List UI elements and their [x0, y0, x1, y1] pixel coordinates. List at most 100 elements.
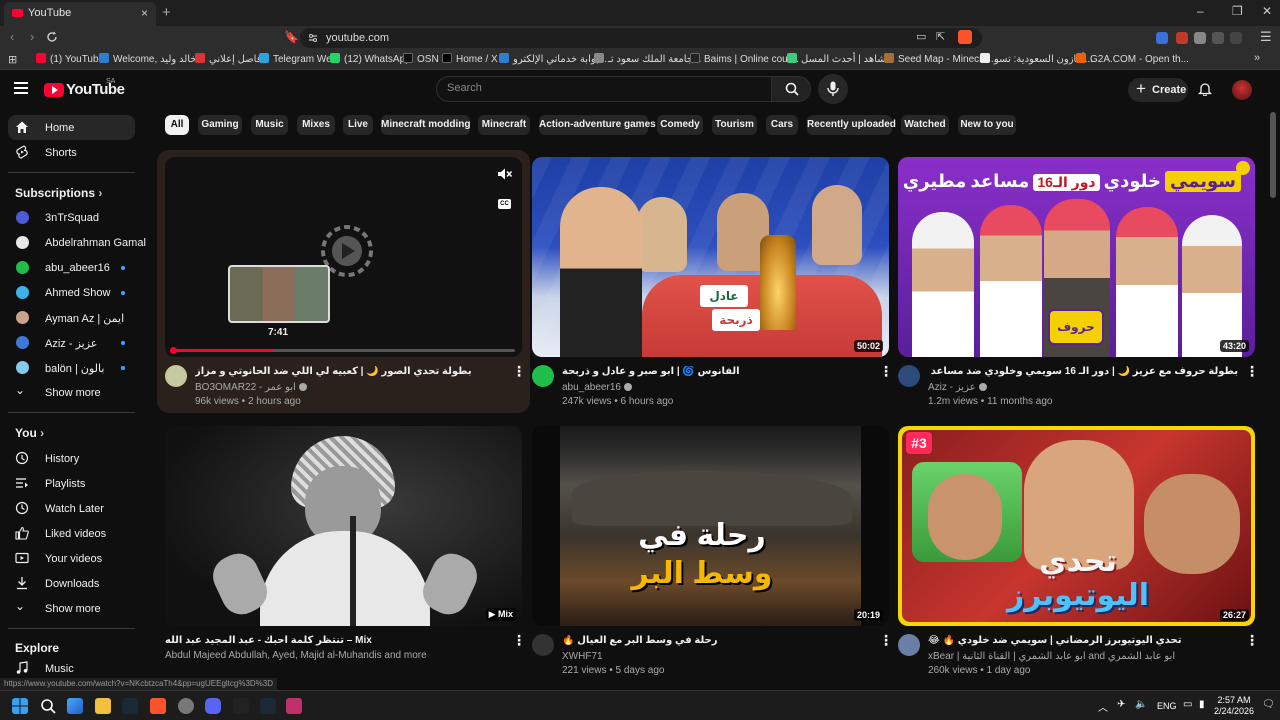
extension-bitwarden-icon[interactable]	[1156, 32, 1168, 44]
video-title[interactable]: الفانوس 🌀 | ابو صبر و عادل و ذربحة	[562, 366, 872, 377]
bookmarks-overflow-icon[interactable]: »	[1254, 52, 1260, 64]
subscription-item[interactable]: Aziz - عزيز	[8, 330, 135, 355]
site-info-icon[interactable]	[308, 33, 318, 43]
voice-search-button[interactable]	[818, 74, 848, 104]
steam-icon[interactable]	[122, 698, 138, 714]
search-box[interactable]	[436, 76, 772, 102]
language-indicator[interactable]: ENG	[1157, 701, 1177, 711]
video-thumbnail[interactable]: عادل ذربحة 50:02	[532, 157, 889, 357]
chip-gaming[interactable]: Gaming	[198, 115, 242, 135]
channel-name[interactable]: abu_abeer16	[562, 382, 632, 393]
channel-avatar[interactable]	[532, 365, 554, 387]
brave-browser-icon[interactable]	[150, 698, 166, 714]
bookmark-item[interactable]: بوابة خدماتي الإلكترو...	[499, 53, 607, 65]
chip-music[interactable]: Music	[251, 115, 288, 135]
subscription-item[interactable]: 3nTrSquad	[8, 205, 135, 230]
account-avatar[interactable]	[1232, 80, 1252, 100]
screen-cast-icon[interactable]: ▭	[916, 30, 926, 43]
chip-minecraft-modding[interactable]: Minecraft modding	[381, 115, 470, 135]
video-title[interactable]: رحلة في وسط البر مع العيال 🔥	[562, 635, 872, 646]
reload-icon[interactable]	[46, 31, 58, 43]
subscription-item[interactable]: abu_abeer16	[8, 255, 135, 280]
task-view-icon[interactable]	[67, 698, 83, 714]
more-options-icon[interactable]	[1245, 363, 1259, 380]
page-scrollbar-thumb[interactable]	[1270, 112, 1276, 198]
app-pink-icon[interactable]	[286, 698, 302, 714]
chip-cars[interactable]: Cars	[766, 115, 798, 135]
bookmark-item[interactable]: Welcome, خالد وليد...	[99, 53, 205, 65]
show-more-you[interactable]: ⌄ Show more	[8, 596, 135, 621]
create-button[interactable]: + Create	[1128, 78, 1188, 102]
video-thumbnail[interactable]: #3 تحدي اليوتيوبرز 26:27	[898, 426, 1255, 626]
channel-name[interactable]: xBear | ابو عابد الشمري | القناة الثانية…	[928, 651, 1175, 662]
search-input[interactable]	[447, 82, 747, 94]
sidebar-toggle-icon[interactable]	[1230, 32, 1242, 44]
chip-live[interactable]: Live	[343, 115, 373, 135]
address-bar[interactable]: 🔖 youtube.com ▭ ⇱	[284, 28, 982, 48]
extension-puzzle-icon[interactable]	[1212, 32, 1224, 44]
chip-comedy[interactable]: Comedy	[657, 115, 703, 135]
video-thumbnail[interactable]: رحلة في وسط البر 20:19	[532, 426, 889, 626]
channel-name[interactable]: XWHF71	[562, 651, 603, 662]
discord-icon[interactable]	[205, 698, 221, 714]
more-options-icon[interactable]	[512, 363, 526, 380]
mute-icon[interactable]	[497, 167, 513, 181]
video-title[interactable]: تحدي اليوتيوبرز الرمضاني | سويمي ضد خلود…	[928, 635, 1238, 646]
system-clock[interactable]: 2:57 AM 2/24/2026	[1214, 695, 1254, 717]
steam-icon[interactable]	[260, 698, 276, 714]
chip-new-to-you[interactable]: New to you	[958, 115, 1016, 135]
chip-mixes[interactable]: Mixes	[297, 115, 335, 135]
browser-menu-icon[interactable]: ☰	[1260, 29, 1272, 45]
notifications-bell-icon[interactable]	[1198, 82, 1212, 96]
maximize-button[interactable]: ❐	[1232, 4, 1243, 18]
video-thumbnail[interactable]: ▶ Mix	[165, 426, 522, 626]
forward-icon[interactable]: ›	[30, 29, 34, 44]
sidebar-item-liked-videos[interactable]: Liked videos	[8, 521, 135, 546]
back-icon[interactable]: ‹	[10, 29, 14, 44]
sidebar-item-playlists[interactable]: Playlists	[8, 471, 135, 496]
sidebar-item-shorts[interactable]: Shorts	[8, 140, 135, 165]
share-icon[interactable]: ⇱	[936, 30, 945, 43]
sidebar-item-watch-later[interactable]: Watch Later	[8, 496, 135, 521]
subscription-item[interactable]: Abdelrahman Gamal	[8, 230, 146, 255]
subscription-item[interactable]: Ahmed Show	[8, 280, 135, 305]
sidebar-item-home[interactable]: Home	[8, 115, 135, 140]
more-options-icon[interactable]	[1245, 632, 1259, 649]
captions-icon[interactable]: CC	[498, 199, 511, 209]
display-icon[interactable]: ▭	[1183, 699, 1192, 710]
chip-recently-uploaded[interactable]: Recently uploaded	[807, 115, 896, 135]
channel-name[interactable]: Aziz - عزيز	[928, 382, 987, 393]
network-icon[interactable]: ✈	[1117, 699, 1125, 710]
video-title[interactable]: بطولة حروف مع عزيز 🌙 | دور الـ 16 سويمي …	[928, 366, 1238, 377]
chip-watched[interactable]: Watched	[901, 115, 949, 135]
extension-red-icon[interactable]	[1176, 32, 1188, 44]
bookmark-item[interactable]: فاصل إعلاني	[195, 53, 262, 65]
chip-minecraft[interactable]: Minecraft	[478, 115, 530, 135]
sidebar-item-downloads[interactable]: Downloads	[8, 571, 135, 596]
video-title[interactable]: بطولة تحدي الصور 🌙 | كعبيه لي اللي ضد ال…	[195, 366, 505, 377]
more-options-icon[interactable]	[512, 632, 526, 649]
bookmark-item[interactable]: OSN	[403, 53, 439, 65]
bookmark-item[interactable]: Home / X	[442, 53, 498, 65]
you-heading[interactable]: You ›	[15, 426, 44, 440]
extension-grey-icon[interactable]	[1194, 32, 1206, 44]
video-preview-player[interactable]: 7:41 CC	[165, 157, 522, 357]
volume-icon[interactable]: 🔈	[1135, 699, 1147, 710]
channel-avatar[interactable]	[165, 365, 187, 387]
new-tab-button[interactable]: +	[162, 4, 171, 21]
bookmark-item[interactable]: شاهد | أحدث المسل...	[787, 53, 894, 65]
brave-shield-icon[interactable]	[958, 30, 972, 44]
preview-progress-track[interactable]	[171, 349, 515, 352]
chip-all[interactable]: All	[165, 115, 189, 135]
taskbar-search-icon[interactable]	[40, 698, 56, 714]
subscriptions-heading[interactable]: Subscriptions ›	[15, 186, 102, 200]
show-more-subscriptions[interactable]: ⌄ Show more	[8, 380, 135, 405]
bookmark-item[interactable]: جامعة الملك سعود تـ...	[594, 53, 701, 65]
app-dark-icon[interactable]	[233, 698, 249, 714]
channel-name[interactable]: BO3OMAR22 - ابو عمر	[195, 382, 307, 393]
tray-overflow-icon[interactable]: ︿	[1098, 699, 1108, 714]
subscription-item[interactable]: balön | بالون	[8, 355, 135, 380]
chip-tourism[interactable]: Tourism	[712, 115, 757, 135]
tab-close-icon[interactable]: ×	[141, 6, 148, 20]
progress-scrubber-handle[interactable]	[170, 347, 177, 354]
